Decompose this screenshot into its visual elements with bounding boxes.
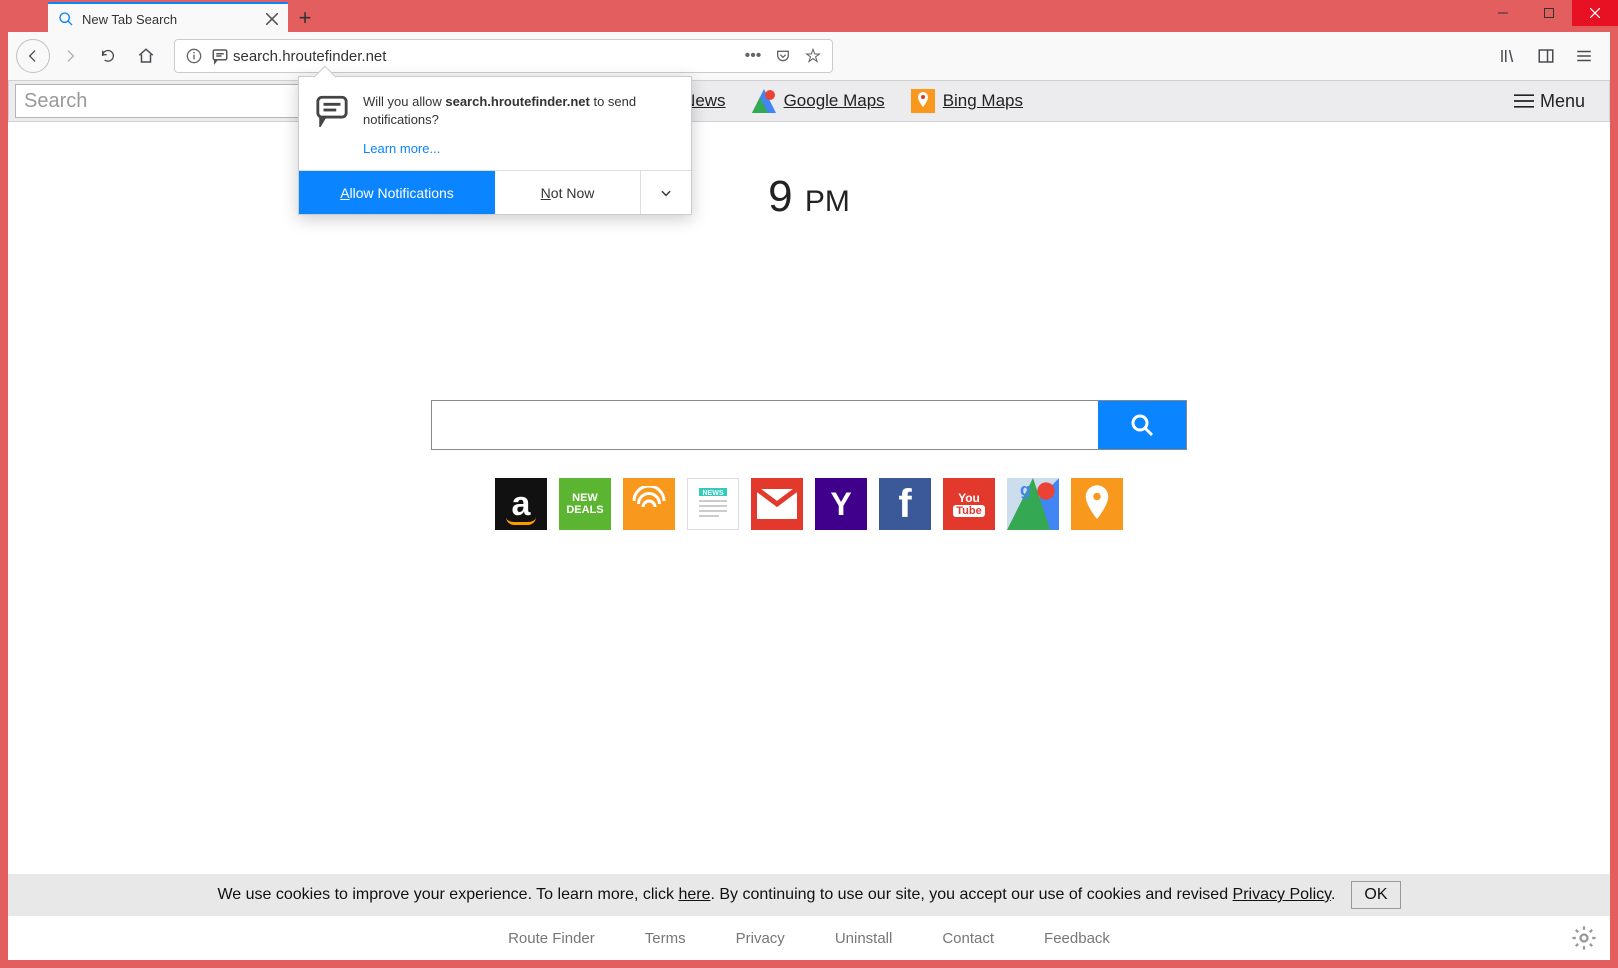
back-button[interactable]	[16, 39, 50, 73]
tile-audible[interactable]	[623, 478, 675, 530]
main-search-button[interactable]	[1098, 401, 1186, 449]
pocket-icon[interactable]	[770, 48, 796, 64]
search-icon	[1130, 413, 1154, 437]
cookie-here-link[interactable]: here	[678, 886, 710, 903]
extension-toolbar: Search ner News Google Maps Bing Maps Me…	[8, 80, 1610, 122]
clock-display: 9 PM	[8, 172, 1610, 222]
cookie-ok-button[interactable]: OK	[1351, 881, 1400, 909]
chevron-down-icon	[659, 186, 673, 200]
google-maps-icon	[752, 89, 776, 113]
tab-close-button[interactable]	[266, 13, 278, 25]
popup-message: Will you allow search.hroutefinder.net t…	[363, 93, 675, 129]
tile-facebook[interactable]: f	[879, 478, 931, 530]
cookie-banner: We use cookies to improve your experienc…	[8, 874, 1610, 916]
footer-uninstall[interactable]: Uninstall	[835, 930, 893, 947]
audible-icon	[631, 486, 667, 522]
footer-links: Route Finder Terms Privacy Uninstall Con…	[8, 916, 1610, 960]
address-bar[interactable]: •••	[174, 39, 833, 73]
reload-button[interactable]	[90, 38, 126, 74]
settings-gear-icon[interactable]	[1570, 924, 1598, 952]
page-content: 9 PM a NEW DEALS NEWS Y f YouTube g We u…	[8, 122, 1610, 960]
window-maximize-button[interactable]	[1526, 0, 1572, 26]
extension-menu-button[interactable]: Menu	[1514, 91, 1603, 112]
tile-yahoo[interactable]: Y	[815, 478, 867, 530]
new-tab-button[interactable]: +	[288, 2, 322, 34]
tile-google-maps[interactable]: g	[1007, 478, 1059, 530]
toolbar-search-placeholder: Search	[24, 90, 87, 113]
tab-title: New Tab Search	[82, 12, 266, 27]
main-search-input[interactable]	[432, 401, 1098, 449]
footer-privacy[interactable]: Privacy	[736, 930, 785, 947]
footer-feedback[interactable]: Feedback	[1044, 930, 1110, 947]
search-icon	[58, 11, 74, 27]
allow-notifications-button[interactable]: Allow Notifications	[299, 171, 495, 214]
svg-text:NEWS: NEWS	[703, 490, 724, 497]
footer-terms[interactable]: Terms	[645, 930, 686, 947]
window-close-button[interactable]	[1572, 0, 1618, 26]
forward-button[interactable]	[52, 38, 88, 74]
not-now-dropdown[interactable]	[640, 171, 691, 214]
notification-permission-icon[interactable]	[207, 47, 233, 65]
tile-bing-maps[interactable]	[1071, 478, 1123, 530]
hamburger-menu-icon[interactable]	[1566, 38, 1602, 74]
tile-deals[interactable]: NEW DEALS	[559, 478, 611, 530]
footer-route-finder[interactable]: Route Finder	[508, 930, 595, 947]
tile-news[interactable]: NEWS	[687, 478, 739, 530]
news-icon: NEWS	[693, 484, 733, 524]
gmail-icon	[757, 489, 797, 519]
info-icon[interactable]	[181, 48, 207, 64]
home-button[interactable]	[128, 38, 164, 74]
browser-toolbar: •••	[8, 32, 1610, 80]
tile-amazon[interactable]: a	[495, 478, 547, 530]
hamburger-icon	[1514, 93, 1534, 109]
chat-bubble-icon	[315, 93, 349, 129]
sidebar-icon[interactable]	[1528, 38, 1564, 74]
privacy-policy-link[interactable]: Privacy Policy	[1233, 886, 1331, 903]
notification-permission-popup: Will you allow search.hroutefinder.net t…	[298, 76, 692, 215]
svg-text:g: g	[1020, 479, 1031, 499]
url-input[interactable]	[233, 48, 740, 65]
learn-more-link[interactable]: Learn more...	[299, 137, 440, 170]
map-pin-icon	[1082, 484, 1112, 524]
bookmark-star-icon[interactable]	[800, 48, 826, 64]
page-actions-icon[interactable]: •••	[740, 47, 766, 65]
window-minimize-button[interactable]	[1480, 0, 1526, 26]
browser-tab[interactable]: New Tab Search	[48, 2, 288, 34]
not-now-button[interactable]: Not Now	[495, 171, 640, 214]
tile-youtube[interactable]: YouTube	[943, 478, 995, 530]
quick-links: a NEW DEALS NEWS Y f YouTube g	[8, 478, 1610, 530]
tile-gmail[interactable]	[751, 478, 803, 530]
footer-contact[interactable]: Contact	[942, 930, 994, 947]
toolbar-link-bing-maps[interactable]: Bing Maps	[911, 89, 1023, 113]
toolbar-link-google-maps[interactable]: Google Maps	[752, 89, 885, 113]
bing-maps-icon	[911, 89, 935, 113]
google-maps-icon: g	[1007, 478, 1059, 530]
main-search	[431, 400, 1187, 450]
cookie-text: We use cookies to improve your experienc…	[217, 886, 1335, 904]
library-icon[interactable]	[1490, 38, 1526, 74]
